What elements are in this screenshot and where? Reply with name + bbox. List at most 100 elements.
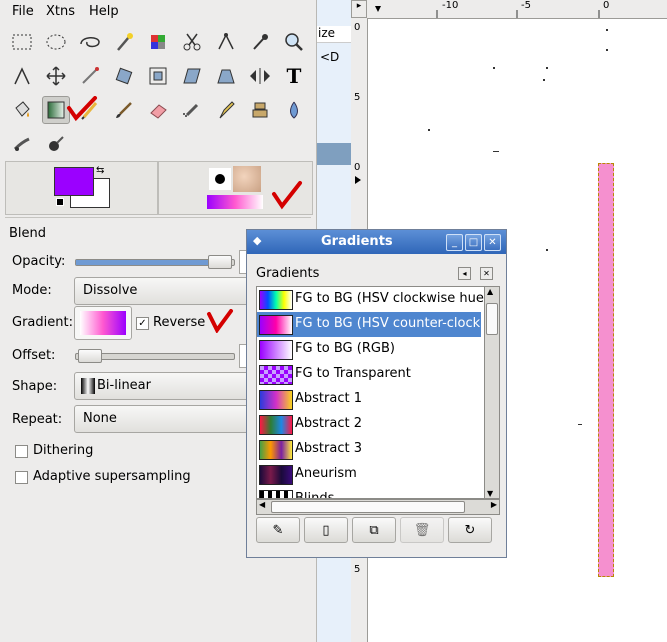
gradient-list-item[interactable]: Abstract 2 xyxy=(257,412,481,437)
supersampling-label: Adaptive supersampling xyxy=(33,469,191,484)
panel-tab-label: ize xyxy=(318,26,336,40)
edit-gradient-button[interactable]: ✎ xyxy=(256,517,300,543)
gradient-name: FG to BG (HSV clockwise hue xyxy=(295,291,484,306)
hscroll-thumb[interactable] xyxy=(271,501,465,513)
rotate-icon[interactable] xyxy=(110,62,138,90)
gradient-list-item[interactable]: Abstract 1 xyxy=(257,387,481,412)
refresh-gradients-button[interactable]: ↻ xyxy=(448,517,492,543)
scroll-left-icon[interactable]: ◀ xyxy=(259,500,265,509)
shape-label: Shape: xyxy=(12,379,58,394)
gradient-button[interactable] xyxy=(74,306,132,340)
crop-icon[interactable] xyxy=(76,62,104,90)
foreground-color-swatch[interactable] xyxy=(54,167,94,196)
gradient-preview-swatch xyxy=(259,340,293,360)
minimize-icon[interactable]: _ xyxy=(446,234,463,251)
zoom-icon[interactable] xyxy=(280,28,308,56)
dialog-title: Gradients xyxy=(321,234,393,249)
gradient-list-item[interactable]: FG to Transparent xyxy=(257,362,481,387)
close-icon[interactable]: ✕ xyxy=(484,234,501,251)
ellipse-select-icon[interactable] xyxy=(42,28,70,56)
bilinear-icon xyxy=(81,378,95,394)
paths-icon[interactable] xyxy=(212,28,240,56)
mode-combo[interactable]: Dissolve xyxy=(74,277,256,305)
quickmask-corner-icon[interactable]: ▸ xyxy=(351,0,367,18)
supersampling-checkbox[interactable] xyxy=(15,471,28,484)
gradient-list-item[interactable]: Blinds xyxy=(257,487,481,498)
free-select-icon[interactable] xyxy=(76,28,104,56)
gradient-list-item[interactable]: FG to BG (HSV counter-clock xyxy=(257,312,481,337)
airbrush-icon[interactable] xyxy=(178,96,206,124)
brush-pattern-gradient-area xyxy=(158,161,313,215)
reverse-checkbox[interactable]: ✓ xyxy=(136,317,149,330)
tab-menu-icon[interactable]: ◂ xyxy=(458,267,471,280)
opacity-slider-handle[interactable] xyxy=(208,255,232,269)
paintbrush-icon[interactable] xyxy=(110,96,138,124)
scroll-right-icon[interactable]: ▶ xyxy=(491,500,497,509)
menu-help[interactable]: Help xyxy=(89,4,119,19)
mode-value: Dissolve xyxy=(83,283,138,298)
gradient-name: FG to BG (RGB) xyxy=(295,341,395,356)
gradients-dialog: ◆ Gradients _ □ ✕ Gradients ◂ ✕ FG to BG… xyxy=(246,229,507,558)
ink-icon[interactable] xyxy=(212,96,240,124)
gradient-list-item[interactable]: Aneurism xyxy=(257,462,481,487)
smudge-icon[interactable] xyxy=(8,130,36,158)
refresh-icon: ↻ xyxy=(464,522,476,538)
shear-icon[interactable] xyxy=(178,62,206,90)
reverse-label: Reverse xyxy=(153,315,206,330)
perspective-icon[interactable] xyxy=(212,62,240,90)
default-colors-icon[interactable] xyxy=(56,198,64,206)
gradient-list-item[interactable]: FG to BG (HSV clockwise hue xyxy=(257,287,484,312)
gradient-preview-swatch xyxy=(259,490,293,498)
convolve-icon[interactable] xyxy=(280,96,308,124)
color-select-icon[interactable] xyxy=(144,28,172,56)
gradient-preview[interactable] xyxy=(207,195,263,209)
gradient-preview-swatch xyxy=(259,290,293,310)
flip-icon[interactable] xyxy=(246,62,274,90)
edit-icon: ✎ xyxy=(272,522,284,538)
annotation-checkmark-icon xyxy=(272,181,302,210)
gradient-list-vscrollbar[interactable]: ▲ ▼ xyxy=(484,286,500,499)
scissors-icon[interactable] xyxy=(178,28,206,56)
gradient-name: Aneurism xyxy=(295,466,357,481)
move-icon[interactable] xyxy=(42,62,70,90)
new-gradient-button[interactable]: ▯ xyxy=(304,517,348,543)
scroll-up-icon[interactable]: ▲ xyxy=(487,287,493,296)
panel-selected-row[interactable] xyxy=(317,143,351,165)
dithering-checkbox[interactable] xyxy=(15,445,28,458)
brush-preview[interactable] xyxy=(209,168,231,190)
vscroll-thumb[interactable] xyxy=(486,303,498,335)
duplicate-gradient-button[interactable]: ⧉ xyxy=(352,517,396,543)
menu-file[interactable]: File xyxy=(12,4,34,19)
fuzzy-select-icon[interactable] xyxy=(110,28,138,56)
gradient-list-hscrollbar[interactable]: ◀ ▶ xyxy=(256,499,500,515)
delete-gradient-button[interactable]: 🗑 xyxy=(400,517,444,543)
measure-icon[interactable] xyxy=(8,62,36,90)
pattern-preview[interactable] xyxy=(233,166,261,192)
eraser-icon[interactable] xyxy=(144,96,172,124)
scroll-down-icon[interactable]: ▼ xyxy=(487,489,493,498)
window-menu-icon[interactable]: ◆ xyxy=(253,234,261,247)
gradient-list-item[interactable]: Abstract 3 xyxy=(257,437,481,462)
gradient-name: Abstract 2 xyxy=(295,416,362,431)
shape-combo[interactable]: Bi-linear xyxy=(74,372,256,400)
swap-colors-icon[interactable]: ⇆ xyxy=(96,165,104,176)
repeat-combo[interactable]: None xyxy=(74,405,256,433)
bucket-fill-icon[interactable] xyxy=(8,96,36,124)
clone-icon[interactable] xyxy=(246,96,274,124)
rect-select-icon[interactable] xyxy=(8,28,36,56)
scale-icon[interactable] xyxy=(144,62,172,90)
offset-label: Offset: xyxy=(12,348,56,363)
menu-xtns[interactable]: Xtns xyxy=(46,4,75,19)
text-icon[interactable]: T xyxy=(280,62,308,90)
gradient-swatch xyxy=(80,311,126,335)
dialog-subtitle: Gradients xyxy=(256,266,320,281)
repeat-label: Repeat: xyxy=(12,412,63,427)
close-tab-icon[interactable]: ✕ xyxy=(480,267,493,280)
offset-slider-handle[interactable] xyxy=(78,349,102,363)
annotation-checkmark-icon xyxy=(207,309,233,333)
color-picker-icon[interactable] xyxy=(246,28,274,56)
pink-selection-strip[interactable] xyxy=(598,163,614,577)
maximize-icon[interactable]: □ xyxy=(465,234,482,251)
gradient-list-item[interactable]: FG to BG (RGB) xyxy=(257,337,481,362)
dodge-burn-icon[interactable] xyxy=(42,130,70,158)
